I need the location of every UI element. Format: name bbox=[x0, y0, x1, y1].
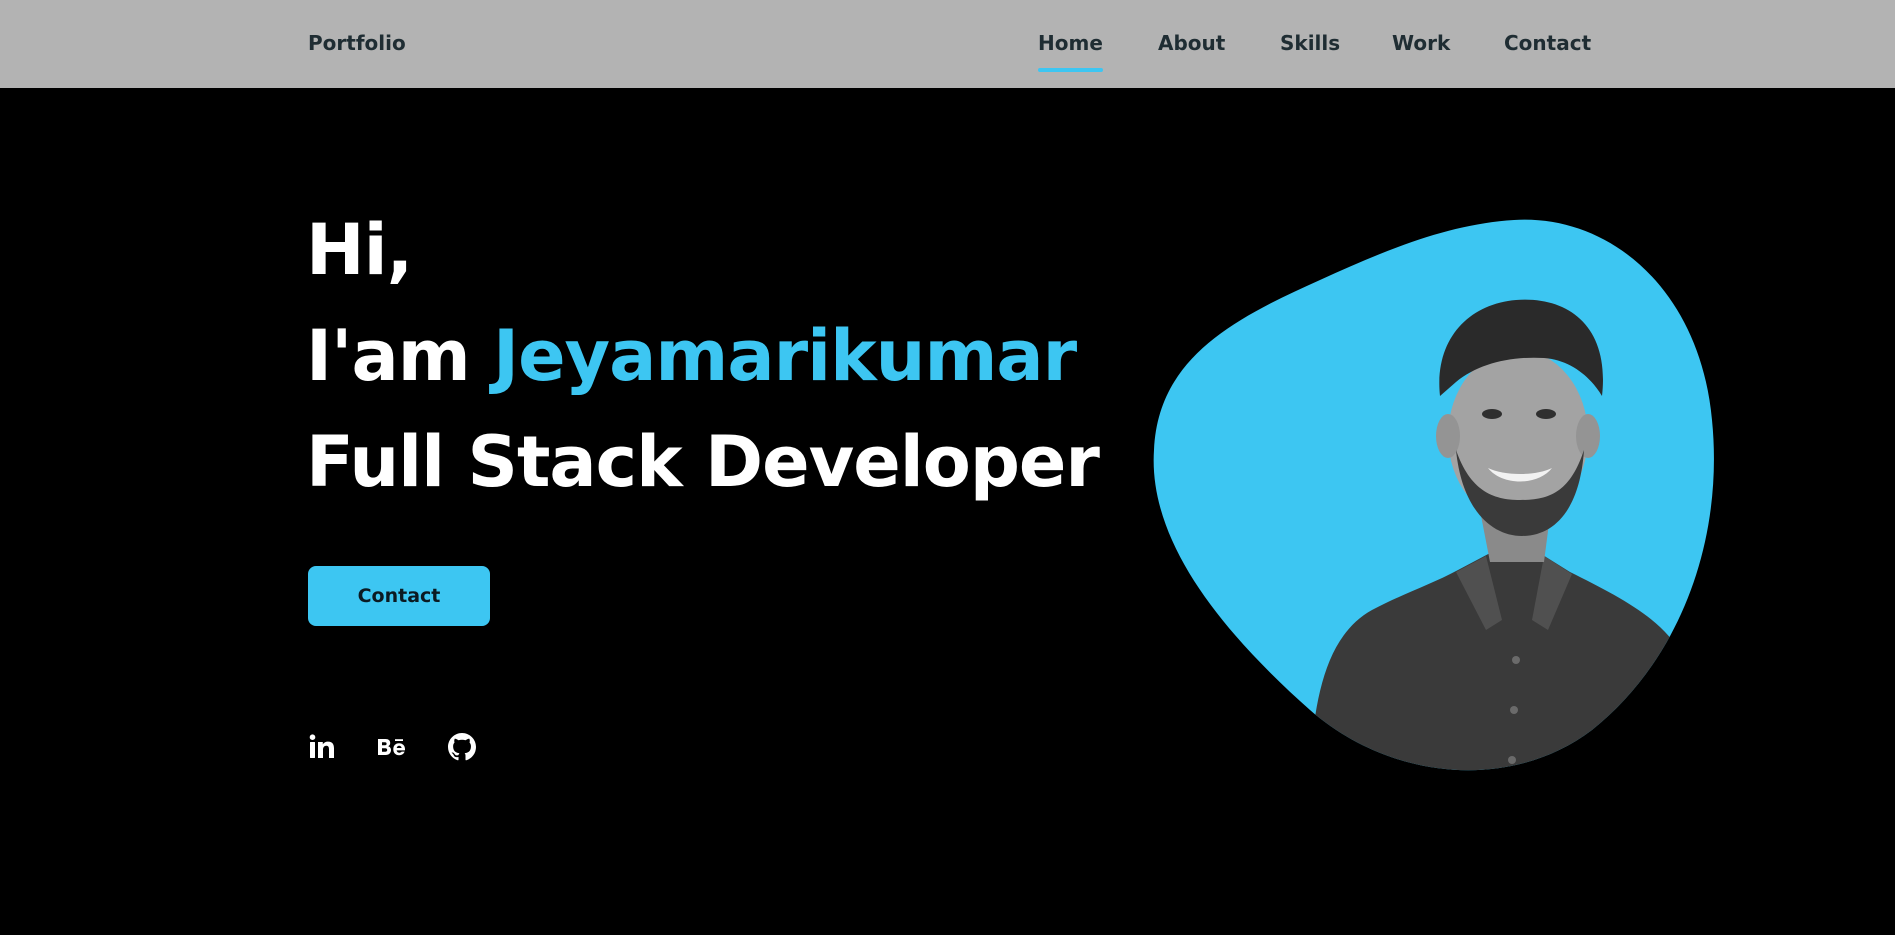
nav-link-contact[interactable]: Contact bbox=[1504, 30, 1591, 56]
portrait-photo bbox=[1153, 219, 1714, 771]
hero-name: Jeyamarikumar bbox=[493, 315, 1077, 397]
portfolio-page: Portfolio Home About Skills Work Contact… bbox=[0, 0, 1895, 935]
nav-link-work[interactable]: Work bbox=[1392, 30, 1450, 56]
behance-icon bbox=[378, 739, 405, 756]
hero-greeting: Hi, bbox=[306, 209, 413, 291]
main-nav: Home About Skills Work Contact bbox=[0, 30, 1895, 80]
linkedin-icon bbox=[309, 734, 334, 758]
nav-link-home[interactable]: Home bbox=[1038, 30, 1103, 72]
nav-link-about[interactable]: About bbox=[1158, 30, 1225, 56]
site-header: Portfolio Home About Skills Work Contact bbox=[0, 0, 1895, 88]
github-icon bbox=[448, 733, 476, 761]
github-link[interactable] bbox=[445, 730, 479, 764]
contact-button[interactable]: Contact bbox=[308, 566, 490, 626]
hero-intro-prefix: I'am bbox=[306, 315, 471, 397]
nav-link-skills[interactable]: Skills bbox=[1280, 30, 1340, 56]
hero-role: Full Stack Developer bbox=[306, 421, 1100, 503]
linkedin-link[interactable] bbox=[305, 730, 339, 764]
behance-link[interactable] bbox=[375, 730, 409, 764]
hero-intro: I'am Jeyamarikumar bbox=[306, 314, 1077, 398]
